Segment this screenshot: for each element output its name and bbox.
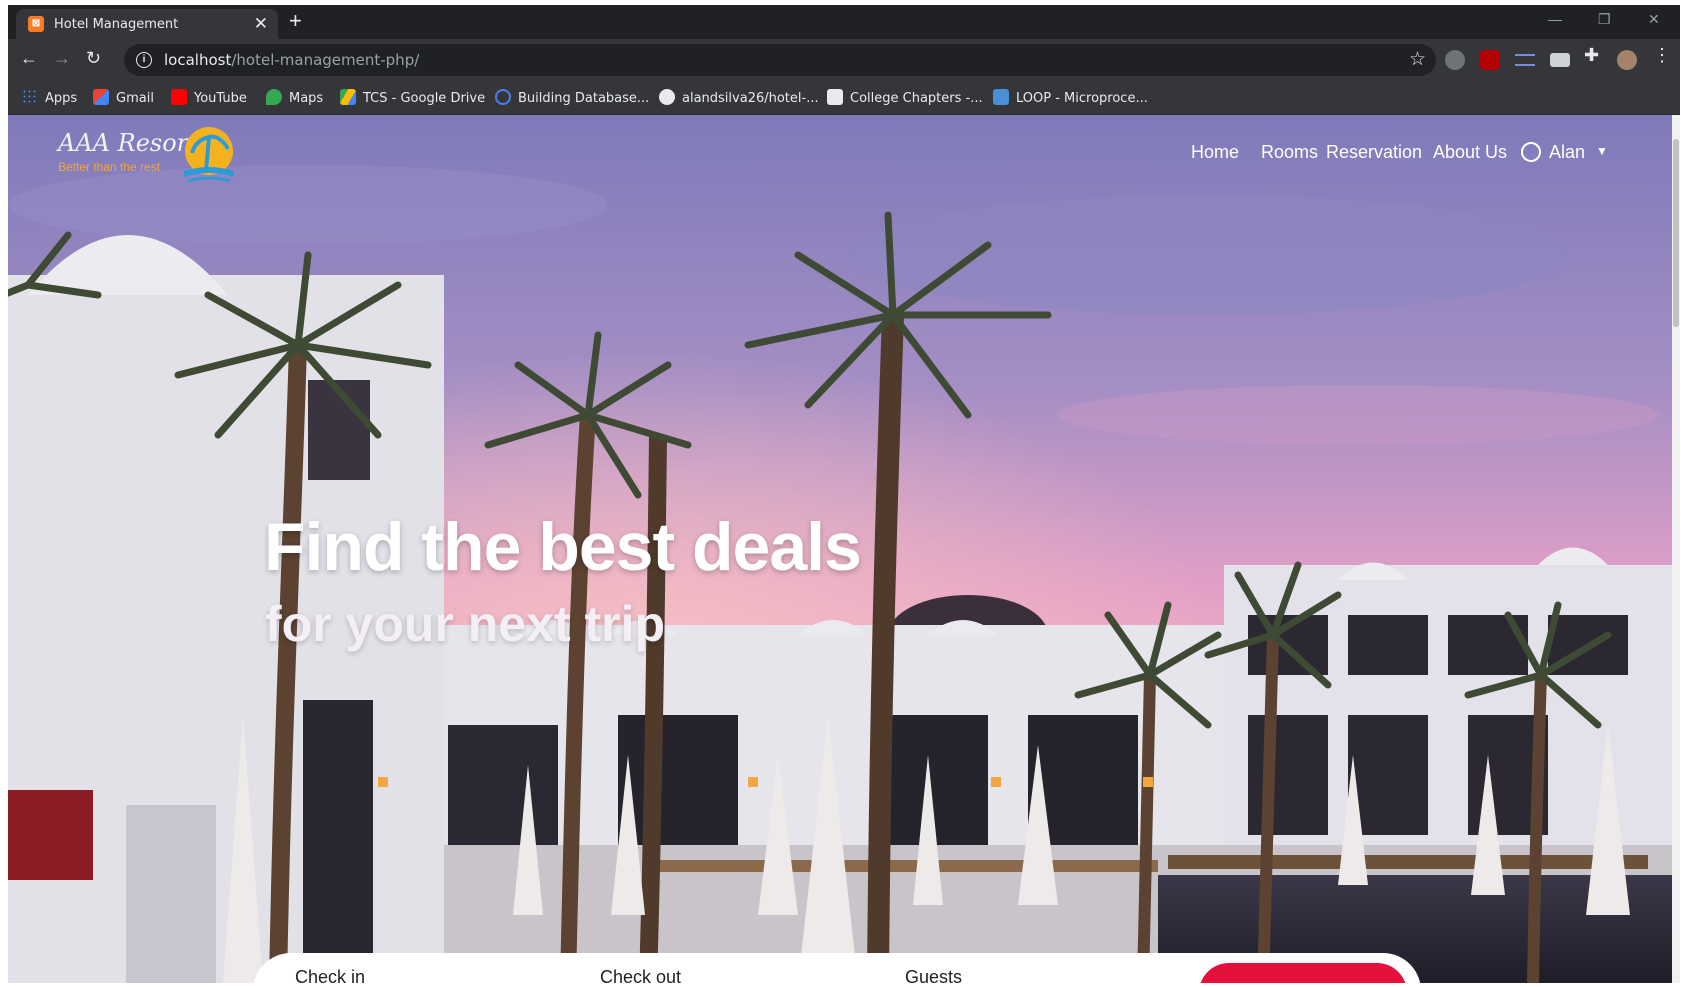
address-bar[interactable]: i localhost/hotel-management-php/ ☆ bbox=[124, 44, 1436, 76]
maps-pin-icon bbox=[266, 89, 282, 105]
page-scrollbar[interactable] bbox=[1672, 115, 1680, 983]
restore-icon[interactable]: ❐ bbox=[1598, 11, 1611, 28]
reload-icon[interactable]: ↻ bbox=[86, 48, 101, 69]
booking-form: Check in Check out Guests bbox=[253, 953, 1421, 983]
dropdown-caret-icon[interactable]: ▼ bbox=[1596, 144, 1608, 158]
profile-avatar[interactable] bbox=[1617, 50, 1637, 70]
url-text: localhost/hotel-management-php/ bbox=[164, 51, 420, 69]
cc-icon bbox=[827, 89, 843, 105]
tab-hotel-management[interactable]: ⊠ Hotel Management ✕ bbox=[16, 9, 278, 39]
extension-lines-icon[interactable] bbox=[1515, 54, 1535, 66]
nav-rooms[interactable]: Rooms bbox=[1261, 142, 1318, 163]
guests-field[interactable]: Guests bbox=[905, 967, 962, 983]
hero-title: Find the best deals bbox=[264, 509, 862, 585]
bookmark-github[interactable]: alandsilva26/hotel-... bbox=[659, 89, 819, 106]
nav-about-us[interactable]: About Us bbox=[1433, 142, 1507, 163]
tab-title: Hotel Management bbox=[54, 17, 179, 32]
close-window-icon[interactable]: ✕ bbox=[1648, 11, 1660, 28]
extensions-puzzle-icon[interactable]: ✚ bbox=[1584, 45, 1599, 66]
tab-strip: ⊠ Hotel Management ✕ + — ❐ ✕ bbox=[8, 5, 1680, 39]
youtube-icon bbox=[171, 89, 187, 105]
bookmark-college-chapters[interactable]: College Chapters -... bbox=[827, 89, 983, 106]
search-button[interactable] bbox=[1199, 963, 1407, 983]
close-tab-icon[interactable]: ✕ bbox=[254, 14, 268, 34]
check-in-field[interactable]: Check in bbox=[295, 967, 365, 983]
page-viewport: AAA Resorts Better than the rest Home Ro… bbox=[8, 115, 1672, 983]
hero-subtitle: for your next trip bbox=[265, 596, 666, 652]
minimize-icon[interactable]: — bbox=[1548, 11, 1562, 27]
bookmark-apps[interactable]: Apps bbox=[22, 89, 77, 106]
site-info-icon[interactable]: i bbox=[136, 52, 152, 68]
bookmark-loop[interactable]: LOOP - Microproce... bbox=[993, 89, 1148, 106]
apps-grid-icon bbox=[22, 89, 38, 105]
nav-reservation[interactable]: Reservation bbox=[1326, 142, 1422, 163]
user-circle-icon[interactable] bbox=[1521, 142, 1541, 162]
google-drive-icon bbox=[340, 89, 356, 105]
infinity-icon bbox=[495, 89, 511, 105]
browser-window: ⊠ Hotel Management ✕ + — ❐ ✕ ← → ↻ i loc… bbox=[8, 5, 1680, 983]
bookmark-maps[interactable]: Maps bbox=[266, 89, 323, 106]
xampp-favicon-icon: ⊠ bbox=[28, 16, 44, 32]
extension-circle-icon[interactable] bbox=[1445, 50, 1465, 70]
bookmark-youtube[interactable]: YouTube bbox=[171, 89, 247, 106]
github-icon bbox=[659, 89, 675, 105]
sun-palm-logo-icon bbox=[184, 127, 234, 183]
camera-icon[interactable] bbox=[1550, 53, 1570, 67]
check-out-field[interactable]: Check out bbox=[600, 967, 681, 983]
bookmark-tcs-drive[interactable]: TCS - Google Drive bbox=[340, 89, 485, 106]
forward-icon[interactable]: → bbox=[53, 48, 71, 69]
ublock-shield-icon[interactable] bbox=[1480, 50, 1500, 70]
bookmark-gmail[interactable]: Gmail bbox=[93, 89, 154, 106]
nav-home[interactable]: Home bbox=[1191, 142, 1239, 163]
gmail-icon bbox=[93, 89, 109, 105]
bookmark-building-database[interactable]: Building Database... bbox=[495, 89, 649, 106]
back-icon[interactable]: ← bbox=[20, 48, 38, 69]
loop-icon bbox=[993, 89, 1009, 105]
menu-dots-icon[interactable]: ⋮ bbox=[1653, 45, 1671, 66]
scrollbar-thumb[interactable] bbox=[1673, 139, 1679, 327]
nav-user-name[interactable]: Alan bbox=[1549, 142, 1585, 163]
new-tab-icon[interactable]: + bbox=[289, 8, 302, 34]
logo-subtitle: Better than the rest bbox=[58, 160, 161, 174]
bookmark-star-icon[interactable]: ☆ bbox=[1409, 48, 1426, 71]
bookmarks-bar: Apps Gmail YouTube Maps TCS - Google Dri… bbox=[8, 81, 1680, 115]
browser-toolbar: ← → ↻ i localhost/hotel-management-php/ … bbox=[8, 39, 1680, 81]
